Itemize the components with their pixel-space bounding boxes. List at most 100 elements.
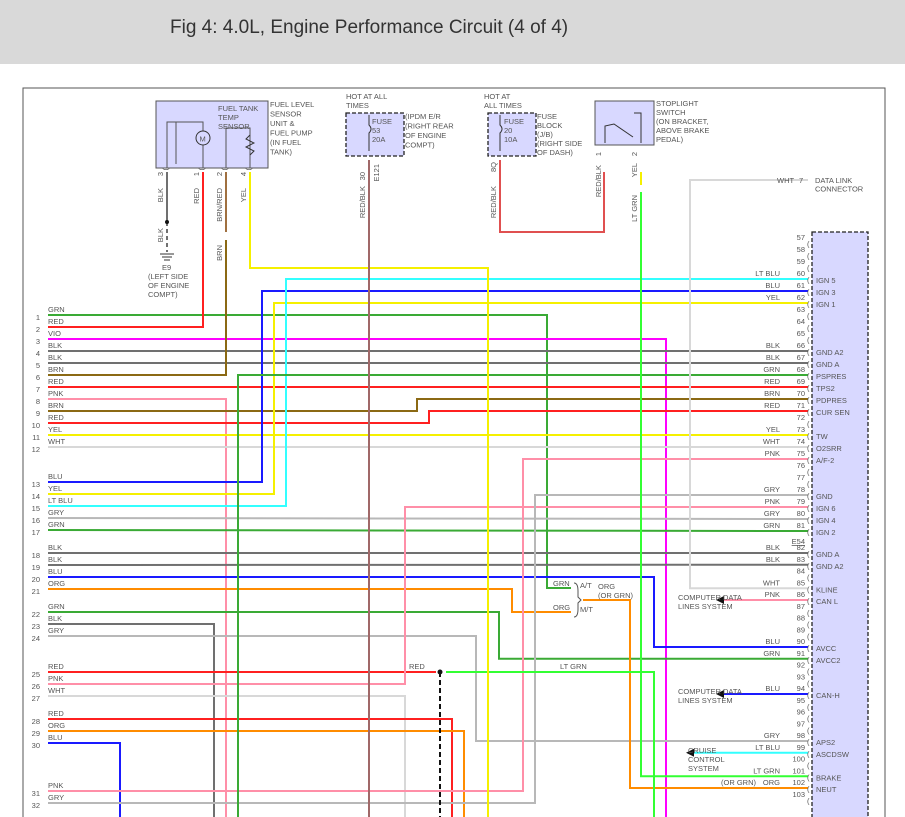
- pin-socket-icon: (: [807, 480, 810, 489]
- fuse20-label: (RIGHT SIDE: [537, 139, 582, 148]
- wire-pin-9: [48, 398, 808, 412]
- fuel-pin-wire: BLK: [156, 188, 165, 202]
- right-pin-number: 91: [797, 649, 805, 658]
- pin-socket-icon: (: [807, 288, 810, 297]
- right-pin-function: CUR SEN: [816, 408, 850, 417]
- pin-socket-icon: (: [807, 384, 810, 393]
- right-pin-function: O2SRR: [816, 444, 842, 453]
- fuel-sensor-label: FUEL LEVEL: [270, 100, 314, 109]
- left-pin-wire-label: RED: [48, 317, 64, 326]
- left-pin-wire-label: RED: [48, 413, 64, 422]
- left-pin-wire-label: RED: [48, 662, 64, 671]
- right-pin-wire-label: BLK: [766, 353, 780, 362]
- right-pin-wire-label: BLK: [766, 341, 780, 350]
- left-pin-wire-label: LT BLU: [48, 496, 73, 505]
- fuse53-label: OF ENGINE: [405, 131, 446, 140]
- ground-label: OF ENGINE: [148, 281, 189, 290]
- right-pin-function: IGN 6: [816, 504, 836, 513]
- pin-socket-icon: (: [807, 372, 810, 381]
- left-pin-number: 1: [36, 313, 40, 322]
- pin-socket-icon: (: [807, 550, 810, 559]
- right-pin-wire-label: LT BLU: [755, 269, 780, 278]
- right-pin-wire-label: RED: [764, 401, 780, 410]
- pin-socket-icon: (: [807, 456, 810, 465]
- right-pin-number: 83: [797, 555, 805, 564]
- right-pin-function: IGN 3: [816, 288, 836, 297]
- pin-socket-icon: (: [807, 773, 810, 782]
- cruise-control-label: CONTROL: [688, 755, 725, 764]
- stoplight-switch: [594, 100, 655, 146]
- left-pin-wire-label: VIO: [48, 329, 61, 338]
- pin-socket-icon: (: [807, 655, 810, 664]
- right-pin-function: TPS2: [816, 384, 835, 393]
- right-pin-number: 73: [797, 425, 805, 434]
- right-pin-number: 99: [797, 743, 805, 752]
- fuel-sensor-label: SENSOR: [270, 110, 302, 119]
- right-pin-function: IGN 1: [816, 300, 836, 309]
- right-pin-number: 57: [797, 233, 805, 242]
- right-pin-wire-label: BLU: [765, 281, 780, 290]
- left-pin-number: 2: [36, 325, 40, 334]
- pin-socket-icon: (: [807, 785, 810, 794]
- right-pin-number: 87: [797, 602, 805, 611]
- pin-socket-icon: (: [807, 691, 810, 700]
- fuel-sensor-inner-label: FUEL TANK: [218, 104, 258, 113]
- right-pin-number: 95: [797, 696, 805, 705]
- right-pin-wire-label: BLU: [765, 684, 780, 693]
- fuse20-hot-label: ALL TIMES: [484, 101, 522, 110]
- right-pin-number: 64: [797, 317, 805, 326]
- left-pin-wire-label: GRY: [48, 508, 64, 517]
- right-pin-number: 90: [797, 637, 805, 646]
- pin-socket-icon: (: [807, 702, 810, 711]
- left-pin-wire-label: BRN: [48, 365, 64, 374]
- right-pin-number: 72: [797, 413, 805, 422]
- right-pin-function: BRAKE: [816, 773, 841, 782]
- wire-pin-2: [48, 172, 204, 328]
- trans-out-label: ORG: [598, 582, 615, 591]
- pin-socket-icon: (: [807, 597, 810, 606]
- left-pin-number: 12: [32, 445, 40, 454]
- right-pin-number: 103: [792, 790, 805, 799]
- right-pin-number: 60: [797, 269, 805, 278]
- fuse53-label: (IPDM E/R: [405, 112, 441, 121]
- left-pin-wire-label: BLU: [48, 733, 63, 742]
- right-pin-number: 79: [797, 497, 805, 506]
- fuse20-label: OF DASH): [537, 148, 573, 157]
- left-pin-number: 25: [32, 670, 40, 679]
- pin-socket-icon: (: [807, 396, 810, 405]
- right-pin-function: TW: [816, 432, 829, 441]
- wiring-diagram: FUEL TANKTEMPSENSORM 1GRN2RED3VIO4BLK5BL…: [22, 87, 886, 817]
- fuse53-connector-id: E121: [372, 164, 381, 182]
- left-pin-wire-label: WHT: [48, 437, 65, 446]
- fuel-pin-number: 2: [215, 172, 224, 176]
- fuel-blk-label: BLK: [156, 228, 165, 242]
- fuel-sensor-label: UNIT &: [270, 119, 294, 128]
- right-pin-number: 62: [797, 293, 805, 302]
- pin-socket-icon: (: [807, 360, 810, 369]
- fuse53-text: 53: [372, 126, 380, 135]
- cruise-control-label: CRUISE: [688, 746, 716, 755]
- right-pin-number: 69: [797, 377, 805, 386]
- right-pin-wire-label: GRN: [763, 365, 780, 374]
- diagram-frame: [22, 87, 886, 817]
- right-pin-number: 102: [792, 778, 805, 787]
- right-pin-wire-label: RED: [764, 377, 780, 386]
- left-pin-number: 22: [32, 610, 40, 619]
- left-pin-number: 9: [36, 409, 40, 418]
- left-pin-wire-label: YEL: [48, 425, 62, 434]
- right-pin-wire-label: PNK: [765, 497, 780, 506]
- right-pin-number: 59: [797, 257, 805, 266]
- right-pin-wire-label: BLK: [766, 543, 780, 552]
- left-pin-number: 8: [36, 397, 40, 406]
- dlc-wire-label: WHT: [777, 176, 794, 185]
- pin-socket-icon: (: [807, 749, 810, 758]
- right-pin-number: 78: [797, 485, 805, 494]
- pin-socket-icon: (: [807, 336, 810, 345]
- pin-socket-icon: (: [807, 468, 810, 477]
- cruise-control-label: SYSTEM: [688, 764, 719, 773]
- pin-socket-icon: (: [807, 492, 810, 501]
- right-pin-wire-label: BLU: [765, 637, 780, 646]
- fuse53-pin: 30: [358, 172, 367, 180]
- right-pin-wire-label: LT BLU: [755, 743, 780, 752]
- pin-socket-icon: (: [807, 516, 810, 525]
